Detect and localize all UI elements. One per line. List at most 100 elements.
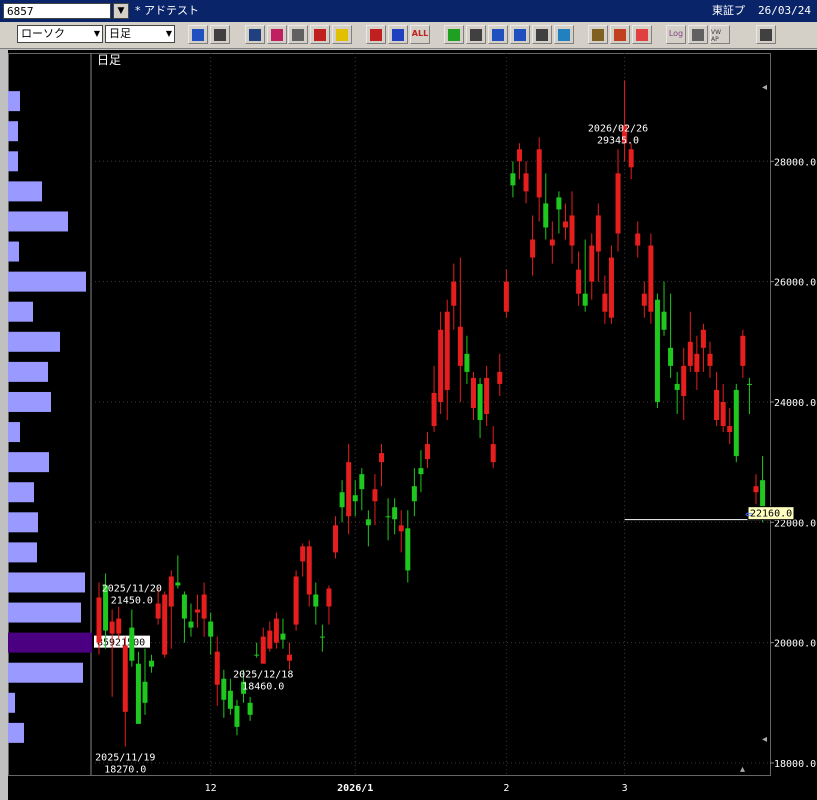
candle-body[interactable] [470, 377, 476, 408]
stock-code-dropdown[interactable]: ▼ [113, 3, 129, 19]
stock-code-input[interactable]: 6857 [3, 3, 111, 19]
candle-body[interactable] [694, 353, 700, 372]
candle-body[interactable] [595, 215, 601, 252]
line-tool-button[interactable] [466, 25, 486, 44]
candle-body[interactable] [319, 636, 325, 638]
document-button[interactable] [532, 25, 552, 44]
candle-body[interactable] [589, 245, 595, 282]
candle-body[interactable] [602, 293, 608, 312]
candle-body[interactable] [628, 149, 634, 168]
candle-body[interactable] [490, 444, 496, 463]
candle-body[interactable] [714, 389, 720, 421]
candle-body[interactable] [155, 603, 161, 619]
magnifier-button[interactable] [267, 25, 287, 44]
candle-body[interactable] [109, 621, 115, 634]
candle-body[interactable] [411, 486, 417, 502]
candle-body[interactable] [116, 618, 122, 634]
candle-body[interactable] [562, 221, 568, 228]
candle-body[interactable] [287, 654, 293, 661]
candle-body[interactable] [608, 257, 614, 318]
all-button[interactable]: ALL [410, 25, 430, 44]
candle-body[interactable] [326, 588, 332, 607]
candle-body[interactable] [569, 215, 575, 246]
candle-body[interactable] [477, 383, 483, 421]
candle-body[interactable] [681, 365, 687, 396]
candle-body[interactable] [359, 474, 365, 490]
period-select[interactable]: 日足 ▼ [105, 25, 175, 43]
cursor-button[interactable] [488, 25, 508, 44]
candle-body[interactable] [168, 576, 174, 607]
wrench-button[interactable] [610, 25, 630, 44]
candle-body[interactable] [549, 239, 555, 246]
candle-body[interactable] [582, 293, 588, 306]
nav-button[interactable] [688, 25, 708, 44]
candle-body[interactable] [464, 353, 470, 372]
candle-body[interactable] [740, 335, 746, 366]
candle-body[interactable] [707, 353, 713, 366]
candle-body[interactable] [221, 678, 227, 700]
candle-body[interactable] [135, 663, 141, 724]
layout-button[interactable] [756, 25, 776, 44]
candle-body[interactable] [195, 609, 201, 613]
arrow-curve-button[interactable] [510, 25, 530, 44]
warning-button[interactable] [332, 25, 352, 44]
candle-body[interactable] [162, 594, 168, 655]
candle-body[interactable] [300, 546, 306, 562]
log-button[interactable]: Log [666, 25, 686, 44]
candle-body[interactable] [339, 492, 345, 508]
candle-body[interactable] [214, 651, 220, 685]
candle-body[interactable] [306, 546, 312, 595]
chart-canvas[interactable]: 18000.020000.022000.024000.026000.028000… [8, 50, 817, 800]
candle-body[interactable] [405, 528, 411, 571]
candle-body[interactable] [333, 525, 339, 553]
zoom-button[interactable] [188, 25, 208, 44]
candle-body[interactable] [418, 468, 424, 475]
candle-body[interactable] [254, 654, 260, 656]
candle-body[interactable] [438, 329, 444, 402]
candlestick-chart[interactable]: 18000.0 20000.0 22000.0 24000.0 26000.0 28000… [8, 50, 817, 800]
candle-body[interactable] [96, 597, 102, 643]
candle-body[interactable] [727, 426, 733, 433]
candle-body[interactable] [142, 681, 148, 703]
candle-body[interactable] [648, 245, 654, 312]
candle-body[interactable] [280, 633, 286, 640]
chart-type-select[interactable]: ローソク ▼ [17, 25, 103, 43]
candle-body[interactable] [523, 173, 529, 192]
candle-body[interactable] [510, 173, 516, 186]
candle-body[interactable] [227, 690, 233, 709]
candle-body[interactable] [372, 489, 378, 502]
candle-body[interactable] [641, 293, 647, 306]
candle-body[interactable] [687, 341, 693, 366]
candle-body[interactable] [497, 371, 503, 384]
candle-body[interactable] [746, 383, 752, 385]
candle-red-button[interactable] [366, 25, 386, 44]
candle-body[interactable] [181, 594, 187, 619]
candle-body[interactable] [149, 660, 155, 667]
candle-body[interactable] [484, 377, 490, 414]
candle-body[interactable] [247, 702, 253, 715]
candle-body[interactable] [635, 233, 641, 246]
candle-body[interactable] [536, 149, 542, 198]
palette-button[interactable] [632, 25, 652, 44]
candle-body[interactable] [208, 621, 214, 637]
candle-body[interactable] [293, 576, 299, 625]
settings-button[interactable] [588, 25, 608, 44]
candle-body[interactable] [543, 203, 549, 228]
candle-body[interactable] [201, 594, 207, 619]
candle-body[interactable] [700, 329, 706, 348]
candle-body[interactable] [267, 630, 273, 649]
candle-body[interactable] [668, 347, 674, 366]
candle-body[interactable] [365, 519, 371, 526]
candle-body[interactable] [733, 389, 739, 457]
candle-body[interactable] [753, 486, 759, 493]
candle-body[interactable] [260, 636, 266, 664]
compare-button[interactable] [310, 25, 330, 44]
candle-body[interactable] [516, 149, 522, 162]
candle-body[interactable] [188, 621, 194, 628]
candle-body[interactable] [530, 239, 536, 258]
candle-body[interactable] [398, 525, 404, 532]
candle-body[interactable] [457, 326, 463, 366]
candle-body[interactable] [503, 281, 509, 312]
candle-body[interactable] [654, 299, 660, 402]
candle-body[interactable] [576, 269, 582, 294]
